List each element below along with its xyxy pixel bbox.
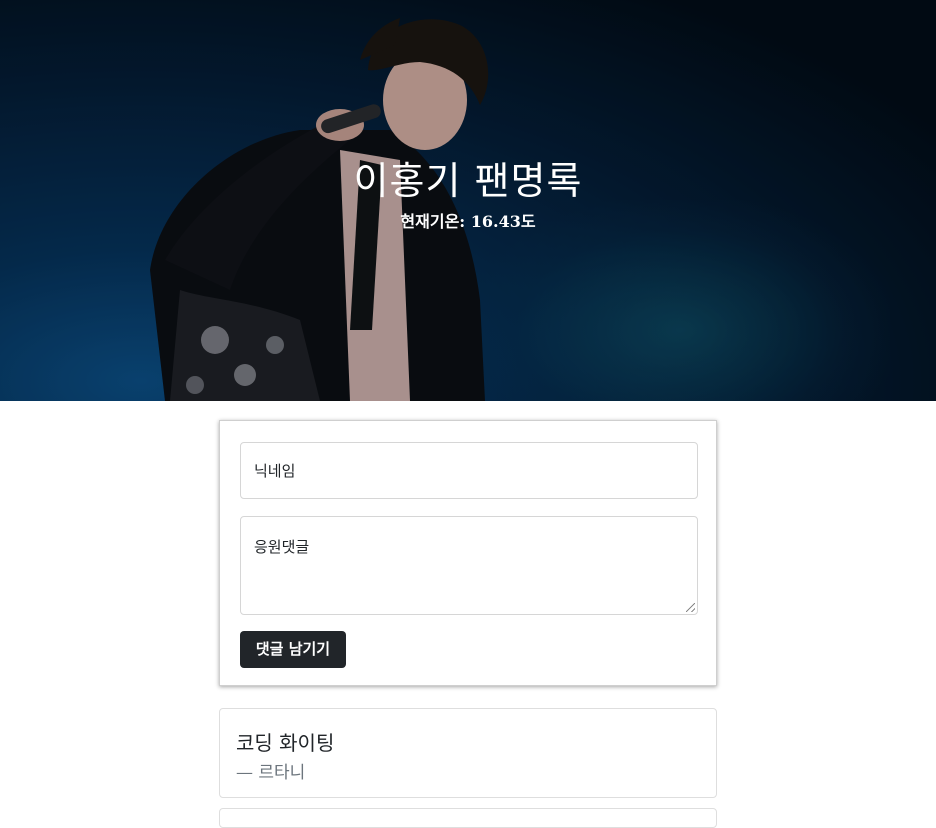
comment-textarea[interactable]: 응원댓글	[240, 516, 698, 615]
hero-banner: 이홍기 팬명록 현재기온: 16.43도	[0, 0, 936, 401]
submit-comment-button[interactable]: 댓글 남기기	[240, 631, 346, 668]
comment-placeholder: 응원댓글	[254, 538, 310, 556]
nickname-placeholder: 닉네임	[254, 462, 296, 480]
nickname-input[interactable]: 닉네임	[240, 442, 698, 499]
comment-form: 닉네임 응원댓글 댓글 남기기	[219, 420, 717, 686]
comment-author: — 르타니	[236, 763, 306, 783]
weather-readout: 현재기온: 16.43도	[400, 212, 536, 231]
comment-card-partial	[219, 808, 717, 828]
page-title: 이홍기 팬명록	[353, 159, 583, 203]
comment-card: 코딩 화이팅 — 르타니	[219, 708, 717, 798]
comment-text: 코딩 화이팅	[236, 731, 335, 755]
resize-handle-icon[interactable]	[686, 603, 695, 612]
